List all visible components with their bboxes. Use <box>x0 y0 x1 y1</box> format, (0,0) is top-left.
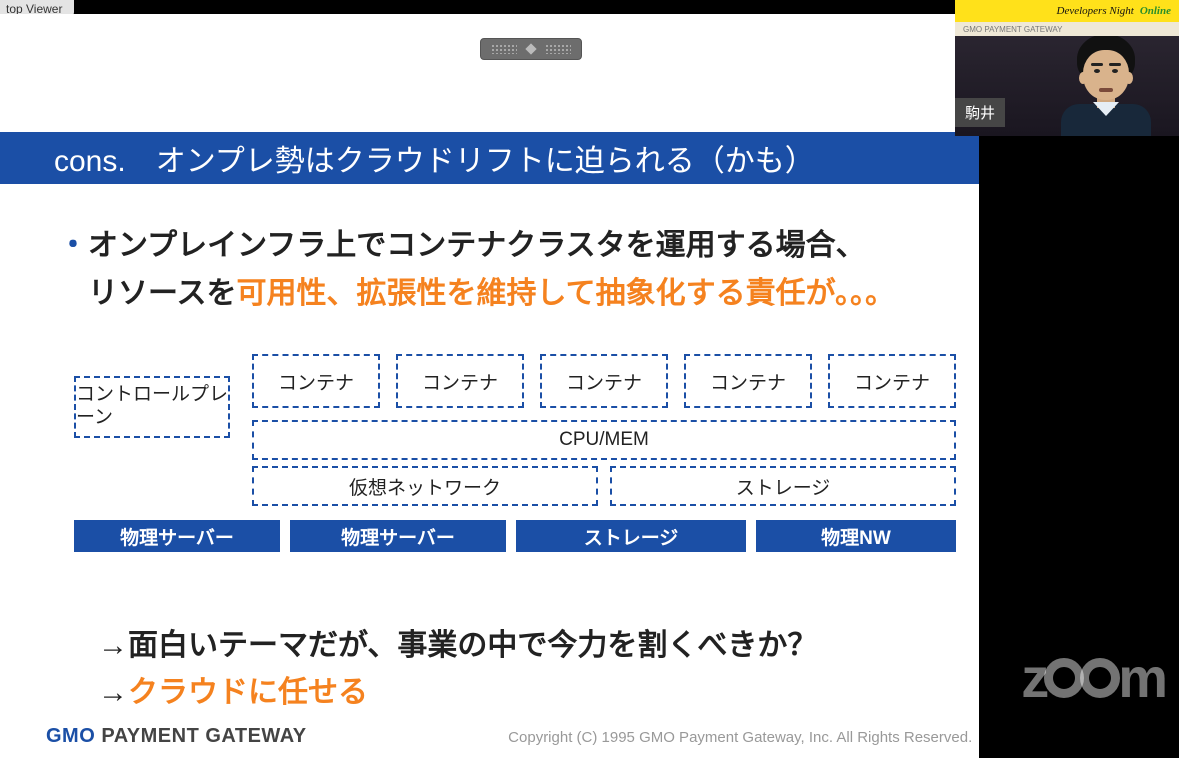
footer-logo-gmo: GMO <box>46 725 95 747</box>
footer-logo: GMO PAYMENT GATEWAY <box>46 725 307 748</box>
physical-nw-box: 物理NW <box>756 520 956 552</box>
conclusion-block: →面白いテーマだが、事業の中で今力を割くべきか？ →クラウドに任せる <box>98 622 817 717</box>
physical-server-box: 物理サーバー <box>74 520 280 552</box>
body-line-2-plain: リソースを <box>88 277 237 310</box>
presenter-avatar <box>1045 36 1165 136</box>
conclusion-line-1: →面白いテーマだが、事業の中で今力を割くべきか？ <box>98 622 817 669</box>
drag-dots-icon <box>491 44 517 54</box>
slide-footer: GMO PAYMENT GATEWAY Copyright (C) 1995 G… <box>46 725 1030 748</box>
footer-right: Copyright (C) 1995 GMO Payment Gateway, … <box>508 728 1030 746</box>
physical-server-box: 物理サーバー <box>290 520 506 552</box>
zoom-letter-o-icon <box>1044 658 1084 698</box>
body-line-1: オンプレインフラ上でコンテナクラスタを運用する場合、 <box>88 229 866 262</box>
copyright-text: Copyright (C) 1995 GMO Payment Gateway, … <box>508 729 972 746</box>
diamond-icon <box>525 43 536 54</box>
presenter-name-tag: 駒井 <box>955 98 1005 127</box>
event-banner: Developers Night Online <box>955 0 1179 22</box>
slide-title: cons. オンプレ勢はクラウドリフトに迫られる（かも） <box>0 132 1060 184</box>
zoom-letter-z: z <box>1021 645 1046 710</box>
storage-solid-box: ストレージ <box>516 520 746 552</box>
event-banner-sub: GMO PAYMENT GATEWAY <box>955 22 1179 36</box>
conclusion-emphasis: クラウドに任せる <box>128 676 368 709</box>
slide: cons. オンプレ勢はクラウドリフトに迫られる（かも） ・オンプレインフラ上で… <box>0 14 1060 758</box>
storage-dashed-box: ストレージ <box>610 466 956 506</box>
slide-area: cons. オンプレ勢はクラウドリフトに迫られる（かも） ・オンプレインフラ上で… <box>0 14 1060 758</box>
drag-dots-icon <box>545 44 571 54</box>
zoom-watermark: z m <box>1021 645 1165 710</box>
footer-logo-rest: PAYMENT GATEWAY <box>95 725 306 747</box>
body-line-2-emphasis: 可用性、拡張性を維持して抽象化する責任が。。。 <box>237 277 896 310</box>
control-plane-box: コントロールプレーン <box>74 376 230 438</box>
virtual-network-box: 仮想ネットワーク <box>252 466 598 506</box>
container-box: コンテナ <box>684 354 812 408</box>
conclusion-arrow: → <box>98 676 128 709</box>
bullet-dot: ・ <box>58 229 88 262</box>
zoom-letter-o-icon <box>1080 658 1120 698</box>
event-banner-title: Developers Night <box>1057 5 1134 17</box>
container-box: コンテナ <box>252 354 380 408</box>
container-box: コンテナ <box>828 354 956 408</box>
zoom-letter-m: m <box>1118 645 1165 710</box>
slide-body: ・オンプレインフラ上でコンテナクラスタを運用する場合、 リソースを可用性、拡張性… <box>58 222 1020 318</box>
share-toolbar-handle[interactable] <box>480 38 582 60</box>
cpu-mem-box: CPU/MEM <box>252 420 956 460</box>
container-box: コンテナ <box>396 354 524 408</box>
container-box: コンテナ <box>540 354 668 408</box>
event-banner-badge: Online <box>1140 5 1171 17</box>
